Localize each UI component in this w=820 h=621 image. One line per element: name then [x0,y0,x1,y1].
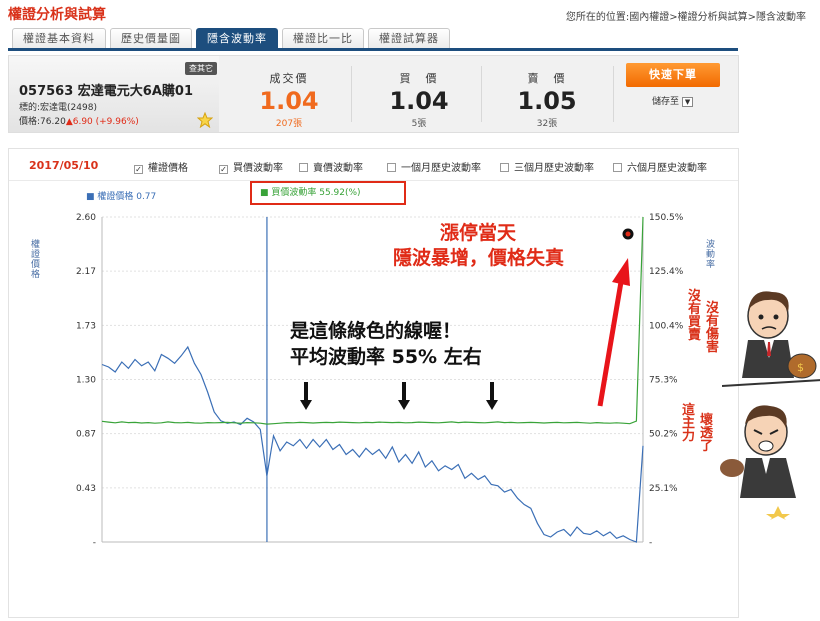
annotation-green-line-1: 是這條綠色的線喔！ [290,320,462,342]
cartoon-text-right: 壞透了 [700,413,714,454]
y-tick-right: 150.5% [649,213,684,223]
cartoon-character-top: 沒有買賣 沒有傷害 $ [686,286,820,402]
spike-dot-center [625,231,631,237]
annotation-spike-title: 漲停當天 [440,222,517,244]
falling-businessman-icon [720,405,796,520]
y-tick-left: 1.73 [76,321,96,331]
down-arrow-head-1 [300,400,312,410]
y-tick-left: - [93,538,96,548]
svg-text:$: $ [797,361,804,374]
spike-arrow [597,281,624,407]
y-tick-right: 125.4% [649,267,684,277]
annotation-spike-sub: 隱波暴增，價格失真 [393,247,565,269]
annotation-green-line-2: 平均波動率 55% 左右 [290,346,482,368]
y-tick-left: 2.17 [76,267,96,277]
cartoon-text-right: 沒有傷害 [706,301,720,355]
businessman-icon: $ [722,291,820,387]
y-tick-left: 1.30 [76,376,96,386]
y-tick-right: 100.4% [649,321,684,331]
spike-arrow-head [612,258,630,286]
cartoon-character-bottom: 這主力 壞透了 [678,398,820,520]
down-arrow-head-3 [486,400,498,410]
y-axis-left-title: 權證價格 [31,240,41,280]
legend-bid-volatility: ■ 買價波動率 55.92(%) [250,181,406,205]
series-warrant-price [101,345,644,543]
y-tick-left: 0.87 [76,430,96,440]
y-tick-left: 2.60 [76,213,96,223]
legend-warrant-price: ■ 權證價格 0.77 [86,192,157,202]
cartoon-text-left: 這主力 [682,403,696,444]
y-tick-left: 0.43 [76,484,96,494]
y-tick-right: - [649,538,652,548]
y-tick-right: 25.1% [649,484,678,494]
down-arrow-head-2 [398,400,410,410]
cartoon-text-left: 沒有買賣 [688,289,702,343]
y-tick-right: 75.3% [649,376,678,386]
y-tick-right: 50.2% [649,430,678,440]
y-axis-right-title: 波動率 [706,240,716,270]
